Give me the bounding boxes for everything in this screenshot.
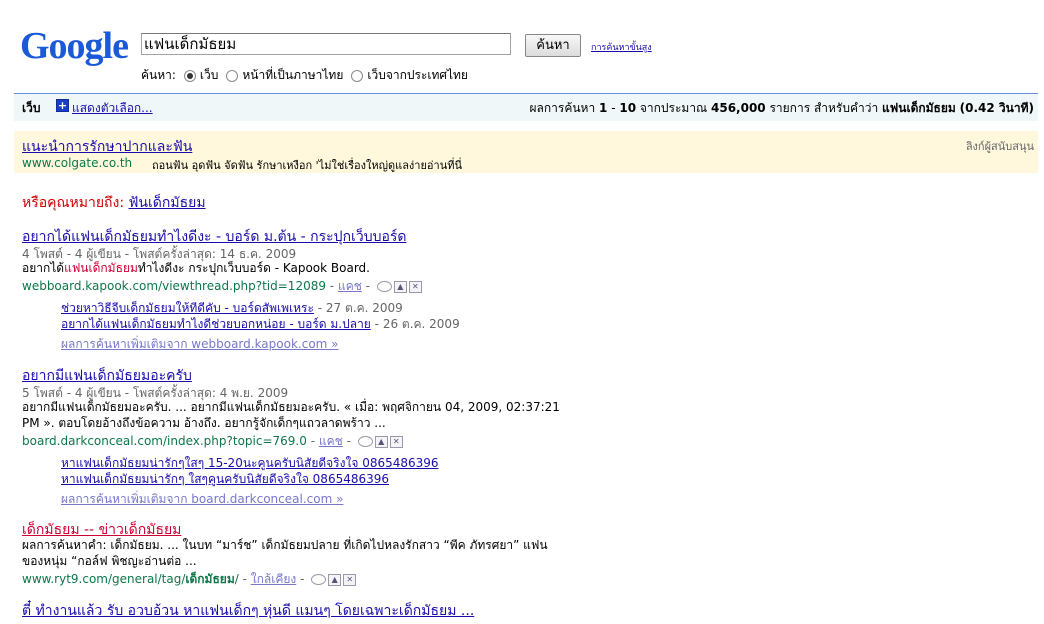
radio-web[interactable] (183, 69, 196, 82)
did-you-mean-suggestion[interactable]: ฟันเด็กมัธยม (129, 195, 206, 211)
remove-icon[interactable]: ✕ (408, 280, 422, 293)
sub-result-date: 26 ต.ค. 2009 (382, 317, 460, 331)
result-snippet: ผลการค้นหาคำ: เด็กมัธยม. ... ในบท “มาร์ช… (22, 538, 548, 552)
ad-title-link[interactable]: แนะนำการรักษาปากและฟัน (22, 136, 192, 158)
promote-icon[interactable]: ▲ (393, 280, 407, 293)
result-url-line: board.darkconceal.com/index.php?topic=76… (22, 432, 403, 451)
search-input[interactable]: แฟนเด็กมัธยม (141, 33, 511, 55)
result-url-line: webboard.kapook.com/viewthread.php?tid=1… (22, 277, 422, 296)
did-you-mean-label: หรือคุณหมายถึง: (22, 195, 125, 211)
stats-range-to: 10 (619, 101, 637, 115)
stats-query: แฟนเด็กมัธยม (882, 101, 956, 115)
result-url-line: www.ryt9.com/general/tag/เด็กมัธยม/ - ใก… (22, 570, 357, 589)
plus-icon[interactable]: + (56, 99, 69, 112)
more-results-link[interactable]: ผลการค้นหาเพิ่มเติมจาก webboard.kapook.c… (61, 335, 339, 354)
ad-url: www.colgate.co.th (22, 156, 133, 170)
results-stats: ผลการค้นหา 1 - 10 จากประมาณ 456,000 รายก… (529, 101, 1034, 115)
radio-thai-pages[interactable] (226, 69, 239, 82)
radio-thai-pages-label[interactable]: หน้าที่เป็นภาษาไทย (242, 66, 343, 85)
cached-link[interactable]: แคช (319, 434, 343, 448)
stats-mid2: รายการ สำหรับคำว่า (765, 101, 883, 115)
sub-result-link[interactable]: อยากได้แฟนเด็กมัธยมทำไงดีช่วยบอกหน่อย - … (61, 317, 371, 331)
result-snippet: PM ». ตอบโดยอ้างถึงข้อความ อ้างถึง. อยาก… (22, 416, 386, 430)
result-url: board.darkconceal.com/index.php?topic=76… (22, 434, 307, 448)
similar-link[interactable]: ใกล้เคียง (251, 572, 297, 586)
google-logo[interactable]: Google (20, 26, 129, 66)
search-button[interactable]: ค้นหา (525, 34, 581, 57)
sponsored-links-label: ลิงก์ผู้สนับสนุน (965, 140, 1034, 153)
result-snippet: ของหนุ่ม “กอล์ฟ พิชญะอ่านต่อ ... (22, 554, 197, 568)
scope-label: ค้นหา: (141, 68, 176, 82)
sub-result-link[interactable]: หาแฟนเด็กมัธยมน่ารักๆ ใสๆคูนครับนิสัยดีจ… (61, 470, 389, 489)
stats-time: (0.42 วินาที) (959, 101, 1034, 115)
snippet-highlight: แฟนเด็กมัธยม (64, 261, 138, 275)
stats-range-from: 1 (599, 101, 608, 115)
did-you-mean: หรือคุณหมายถึง: ฟันเด็กมัธยม (22, 192, 206, 214)
stats-mid: จากประมาณ (636, 101, 711, 115)
comment-icon[interactable] (311, 574, 327, 585)
comment-icon[interactable] (376, 281, 392, 292)
more-results-link[interactable]: ผลการค้นหาเพิ่มเติมจาก board.darkconceal… (61, 490, 343, 509)
cached-link[interactable]: แคช (338, 279, 362, 293)
snippet-text: อยากได้ (22, 261, 65, 275)
stats-count: 456,000 (711, 101, 766, 115)
comment-icon[interactable] (357, 436, 373, 447)
sub-result: อยากได้แฟนเด็กมัธยมทำไงดีช่วยบอกหน่อย - … (61, 317, 460, 331)
stats-prefix: ผลการค้นหา (529, 101, 600, 115)
promote-icon[interactable]: ▲ (374, 435, 388, 448)
advanced-search-link[interactable]: การค้นหาขั้นสูง (591, 40, 652, 54)
remove-icon[interactable]: ✕ (343, 573, 357, 586)
result-url-bold: เด็กมัธยม (185, 572, 235, 586)
ad-description: ถอนฟัน อุดฟัน จัดฟัน รักษาเหงือก 'ไม่ใช่… (152, 159, 463, 172)
promote-icon[interactable]: ▲ (328, 573, 342, 586)
remove-icon[interactable]: ✕ (389, 435, 403, 448)
result-snippet: อยากได้แฟนเด็กมัธยมทำไงดีงะ กระปุกเว็บบอ… (22, 261, 370, 276)
web-tab-label: เว็บ (22, 101, 41, 115)
snippet-text: ทำไงดีงะ กระปุกเว็บบอร์ด - Kapook Board. (137, 261, 370, 275)
sub-result-date: 27 ต.ค. 2009 (325, 301, 403, 315)
sub-result-link[interactable]: ช่วยหาวิธีจีบเด็กมัธยมให้ทีดีคับ - บอร์ด… (61, 301, 314, 315)
result-title[interactable]: ตี๋ ทำงานแล้ว รับ อวบอ้วน หาแฟนเด็กๆ หุ่… (22, 600, 474, 622)
radio-thailand-web-label[interactable]: เว็บจากประเทศไทย (367, 66, 468, 85)
result-url: www.ryt9.com/general/tag/ (22, 572, 186, 586)
radio-web-label[interactable]: เว็บ (200, 66, 218, 85)
result-url: webboard.kapook.com/viewthread.php?tid=1… (22, 279, 326, 293)
search-scope: ค้นหา: เว็บ หน้าที่เป็นภาษาไทย เว็บจากปร… (141, 66, 468, 85)
show-options-link[interactable]: แสดงตัวเลือก... (72, 99, 153, 118)
result-snippet: อยากมีแฟนเด็กมัธยมอะครับ. ... อยากมีแฟนเ… (22, 400, 560, 414)
radio-thailand-web[interactable] (351, 69, 364, 82)
